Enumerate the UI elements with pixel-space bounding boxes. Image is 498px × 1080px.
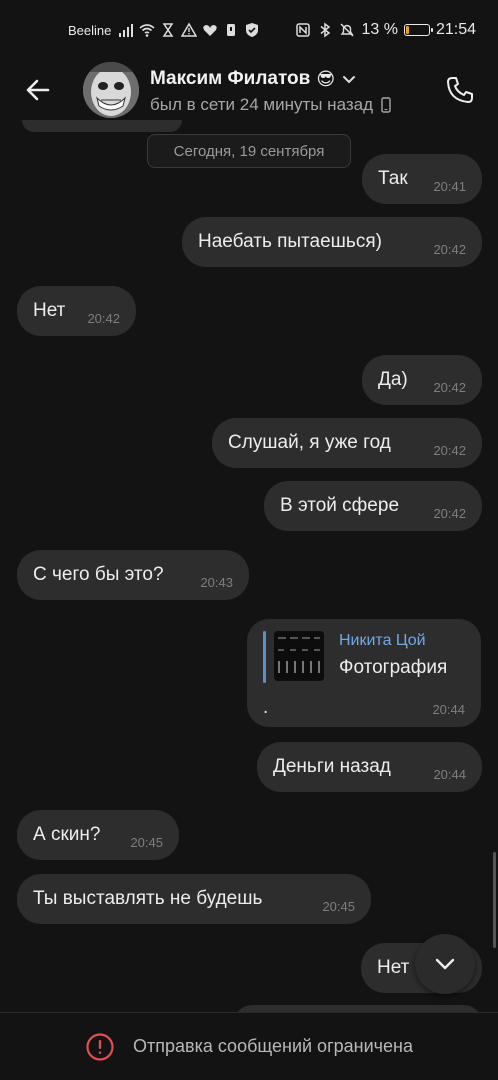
message-bubble-in[interactable]: А скин? 20:45 (17, 810, 179, 860)
call-button[interactable] (440, 70, 480, 110)
chat-header: Максим Филатов 😎 был в сети 24 минуты на… (0, 62, 498, 120)
signal-icon (119, 24, 133, 37)
chat-screen: Beeline 13 % 21:54 Максим Филатов 😎 был … (0, 0, 498, 1080)
restriction-text: Отправка сообщений ограничена (133, 1036, 413, 1056)
message-text: Слушай, я уже год (228, 432, 391, 453)
hourglass-icon (162, 23, 174, 37)
nfc-icon (296, 23, 311, 37)
message-text: Нет (33, 300, 66, 321)
shield-icon (246, 23, 258, 37)
message-text: Ты выставлять не будешь (33, 888, 263, 909)
message-text: С чего бы это? (33, 564, 164, 585)
status-bar: Beeline 13 % 21:54 (0, 0, 498, 62)
chevron-down-icon[interactable] (341, 71, 357, 87)
contact-name: Максим Филатов (150, 68, 311, 89)
message-bubble-out[interactable]: Наебать пытаешься) 20:42 (182, 217, 482, 267)
health-icon (203, 25, 217, 36)
sim-icon (227, 24, 235, 36)
chevron-down-icon (435, 958, 455, 970)
message-time: 20:45 (322, 899, 355, 914)
message-time: 20:44 (432, 702, 465, 717)
phone-device-icon (381, 97, 391, 113)
clock: 21:54 (435, 21, 476, 38)
photo-thumbnail[interactable] (274, 631, 324, 681)
wifi-icon (139, 24, 155, 37)
status-icons-left (118, 20, 260, 40)
bluetooth-icon (321, 22, 331, 38)
photo-thumbnail-image (274, 631, 324, 681)
message-time: 20:43 (200, 575, 233, 590)
message-bubble-in[interactable]: Ты выставлять не будешь 20:45 (17, 874, 371, 924)
message-text: В этой сфере (280, 495, 400, 516)
battery-level (405, 26, 409, 34)
phone-call-icon (447, 77, 473, 103)
message-time: 20:41 (433, 179, 466, 194)
message-time: 20:42 (87, 311, 120, 326)
message-text: Да) (378, 369, 408, 390)
message-list[interactable]: Сегодня, 19 сентября Так 20:41 Наебать п… (0, 120, 498, 1012)
message-text: Деньги назад (273, 756, 391, 777)
battery-percent: 13 % (361, 21, 398, 38)
reply-author: Никита Цой (339, 632, 426, 649)
reply-type: Фотография (339, 657, 448, 678)
warning-icon (181, 22, 197, 37)
message-text: Так (378, 168, 408, 189)
message-time: 20:42 (433, 443, 466, 458)
contact-name-row[interactable]: Максим Филатов 😎 (150, 68, 357, 90)
avatar[interactable] (83, 62, 139, 118)
scrollbar-thumb[interactable] (493, 852, 496, 948)
message-bubble-reply[interactable]: Никита Цой Фотография . 20:44 (247, 619, 481, 727)
message-bubble-out[interactable]: Слушай, я уже год 20:42 (212, 418, 482, 468)
battery-icon (403, 24, 433, 36)
message-bubble-in[interactable]: С чего бы это? 20:43 (17, 550, 249, 600)
scroll-to-bottom-button[interactable] (415, 934, 475, 994)
partial-message-bubble (234, 1005, 482, 1012)
message-bubble-out[interactable]: В этой сфере 20:42 (264, 481, 482, 531)
message-bubble-in[interactable]: Нет 20:42 (17, 286, 136, 336)
partial-message-bubble (22, 120, 182, 132)
message-text: . (263, 697, 269, 718)
message-text: Наебать пытаешься) (198, 231, 382, 252)
carrier-label: Beeline (68, 23, 112, 38)
contact-status: был в сети 24 минуты назад (150, 95, 391, 115)
mute-icon (340, 23, 355, 37)
message-time: 20:42 (433, 506, 466, 521)
date-separator: Сегодня, 19 сентября (147, 134, 351, 168)
message-bubble-out[interactable]: Да) 20:42 (362, 355, 482, 405)
status-icons-right: 13 % 21:54 (295, 19, 476, 41)
avatar-image (83, 62, 139, 118)
message-bubble-out[interactable]: Так 20:41 (362, 154, 482, 204)
back-arrow-icon (26, 79, 50, 101)
emoji: 😎 (316, 68, 336, 89)
back-button[interactable] (18, 70, 58, 110)
message-time: 20:42 (433, 380, 466, 395)
message-time: 20:44 (433, 767, 466, 782)
message-time: 20:45 (130, 835, 163, 850)
messaging-restricted-banner: Отправка сообщений ограничена (0, 1012, 498, 1080)
message-text: А скин? (33, 824, 101, 845)
message-text: Нет (377, 957, 410, 978)
reply-indicator (263, 631, 266, 683)
message-time: 20:42 (433, 242, 466, 257)
error-circle-icon (86, 1032, 114, 1061)
message-bubble-out[interactable]: Деньги назад 20:44 (257, 742, 482, 792)
last-seen: был в сети 24 минуты назад (150, 95, 374, 114)
